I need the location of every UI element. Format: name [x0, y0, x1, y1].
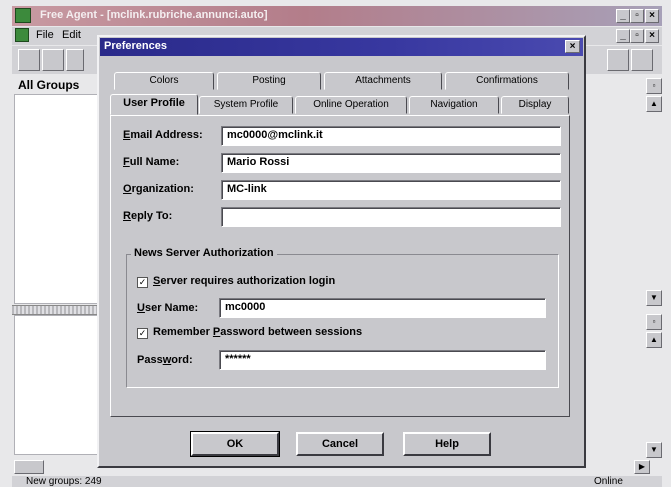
- menu-edit[interactable]: Edit: [62, 29, 81, 41]
- all-groups-header: All Groups: [18, 78, 80, 92]
- close-button[interactable]: ×: [645, 9, 659, 23]
- user-name-label: User Name:: [137, 302, 199, 314]
- doc-close-button[interactable]: ×: [645, 29, 659, 43]
- tab-posting[interactable]: Posting: [217, 72, 321, 90]
- email-label: Email Address:: [123, 129, 203, 141]
- status-text: New groups: 249: [26, 476, 102, 487]
- toolbar-groups-icon[interactable]: [42, 49, 64, 71]
- minimize-button[interactable]: _: [616, 9, 630, 23]
- dialog-titlebar: Preferences ×: [100, 38, 583, 56]
- maximize-button[interactable]: ▫: [630, 9, 644, 23]
- help-button[interactable]: Help: [403, 432, 491, 456]
- app-title: Free Agent - [mclink.rubriche.annunci.au…: [40, 9, 268, 21]
- organization-label: Organization:: [123, 183, 194, 195]
- doc-minimize-button[interactable]: _: [616, 29, 630, 43]
- scroll-down-arrow-icon-lower[interactable]: ▼: [646, 442, 662, 458]
- status-online: Online: [594, 476, 623, 487]
- remember-password-label: Remember Password between sessions: [153, 326, 363, 338]
- groups-list-pane[interactable]: [14, 94, 100, 304]
- scroll-down-arrow-icon[interactable]: ▼: [646, 290, 662, 306]
- doc-restore-button[interactable]: ▫: [630, 29, 644, 43]
- dialog-title: Preferences: [104, 40, 167, 52]
- email-field[interactable]: mc0000@mclink.it: [221, 126, 561, 146]
- app-titlebar: Free Agent - [mclink.rubriche.annunci.au…: [12, 6, 662, 26]
- scroll-up-arrow-icon-lower[interactable]: ▲: [646, 332, 662, 348]
- status-bar: New groups: 249 Online: [12, 476, 662, 487]
- full-name-label: Full Name:: [123, 156, 180, 168]
- dialog-close-button[interactable]: ×: [565, 40, 580, 53]
- right-scroll-rail: ▫ ▲ ▼ ▫ ▲ ▼: [642, 76, 666, 461]
- tab-system-profile[interactable]: System Profile: [199, 96, 293, 114]
- tab-display[interactable]: Display: [501, 96, 569, 114]
- tab-attachments[interactable]: Attachments: [324, 72, 442, 90]
- headers-list-pane[interactable]: [14, 315, 100, 455]
- pane-maximize-icon-lower[interactable]: ▫: [646, 314, 662, 330]
- pane-maximize-icon[interactable]: ▫: [646, 78, 662, 94]
- news-server-auth-title: News Server Authorization: [131, 247, 277, 259]
- tab-colors[interactable]: Colors: [114, 72, 214, 90]
- pane-splitter[interactable]: [12, 305, 102, 315]
- toolbar-check-icon[interactable]: [66, 49, 84, 71]
- requires-login-checkbox[interactable]: ✓: [137, 277, 148, 288]
- reply-to-label: Reply To:: [123, 210, 173, 222]
- toolbar-chart-icon[interactable]: [607, 49, 629, 71]
- horizontal-scrollbar[interactable]: [14, 460, 44, 474]
- organization-field[interactable]: MC-link: [221, 180, 561, 200]
- password-label: Password:: [137, 354, 193, 366]
- tab-user-profile[interactable]: User Profile: [110, 94, 198, 115]
- app-icon: [15, 8, 31, 23]
- full-name-field[interactable]: Mario Rossi: [221, 153, 561, 173]
- scroll-up-arrow-icon[interactable]: ▲: [646, 96, 662, 112]
- requires-login-label: Server requires authorization login: [153, 275, 336, 287]
- preferences-dialog: Preferences × Colors Posting Attachments…: [97, 35, 586, 468]
- toolbar-connect-icon[interactable]: [18, 49, 40, 71]
- toolbar-stop-icon[interactable]: [631, 49, 653, 71]
- password-field[interactable]: ******: [219, 350, 546, 370]
- ok-button[interactable]: OK: [190, 431, 280, 457]
- scroll-right-arrow-icon[interactable]: ▶: [634, 460, 650, 474]
- tab-confirmations[interactable]: Confirmations: [445, 72, 569, 90]
- tab-navigation[interactable]: Navigation: [409, 96, 499, 114]
- reply-to-field[interactable]: [221, 207, 561, 227]
- cancel-button[interactable]: Cancel: [296, 432, 384, 456]
- tab-online-operation[interactable]: Online Operation: [295, 96, 407, 114]
- remember-password-checkbox[interactable]: ✓: [137, 328, 148, 339]
- menu-file[interactable]: File: [36, 29, 54, 41]
- doc-icon: [15, 28, 29, 42]
- user-name-field[interactable]: mc0000: [219, 298, 546, 318]
